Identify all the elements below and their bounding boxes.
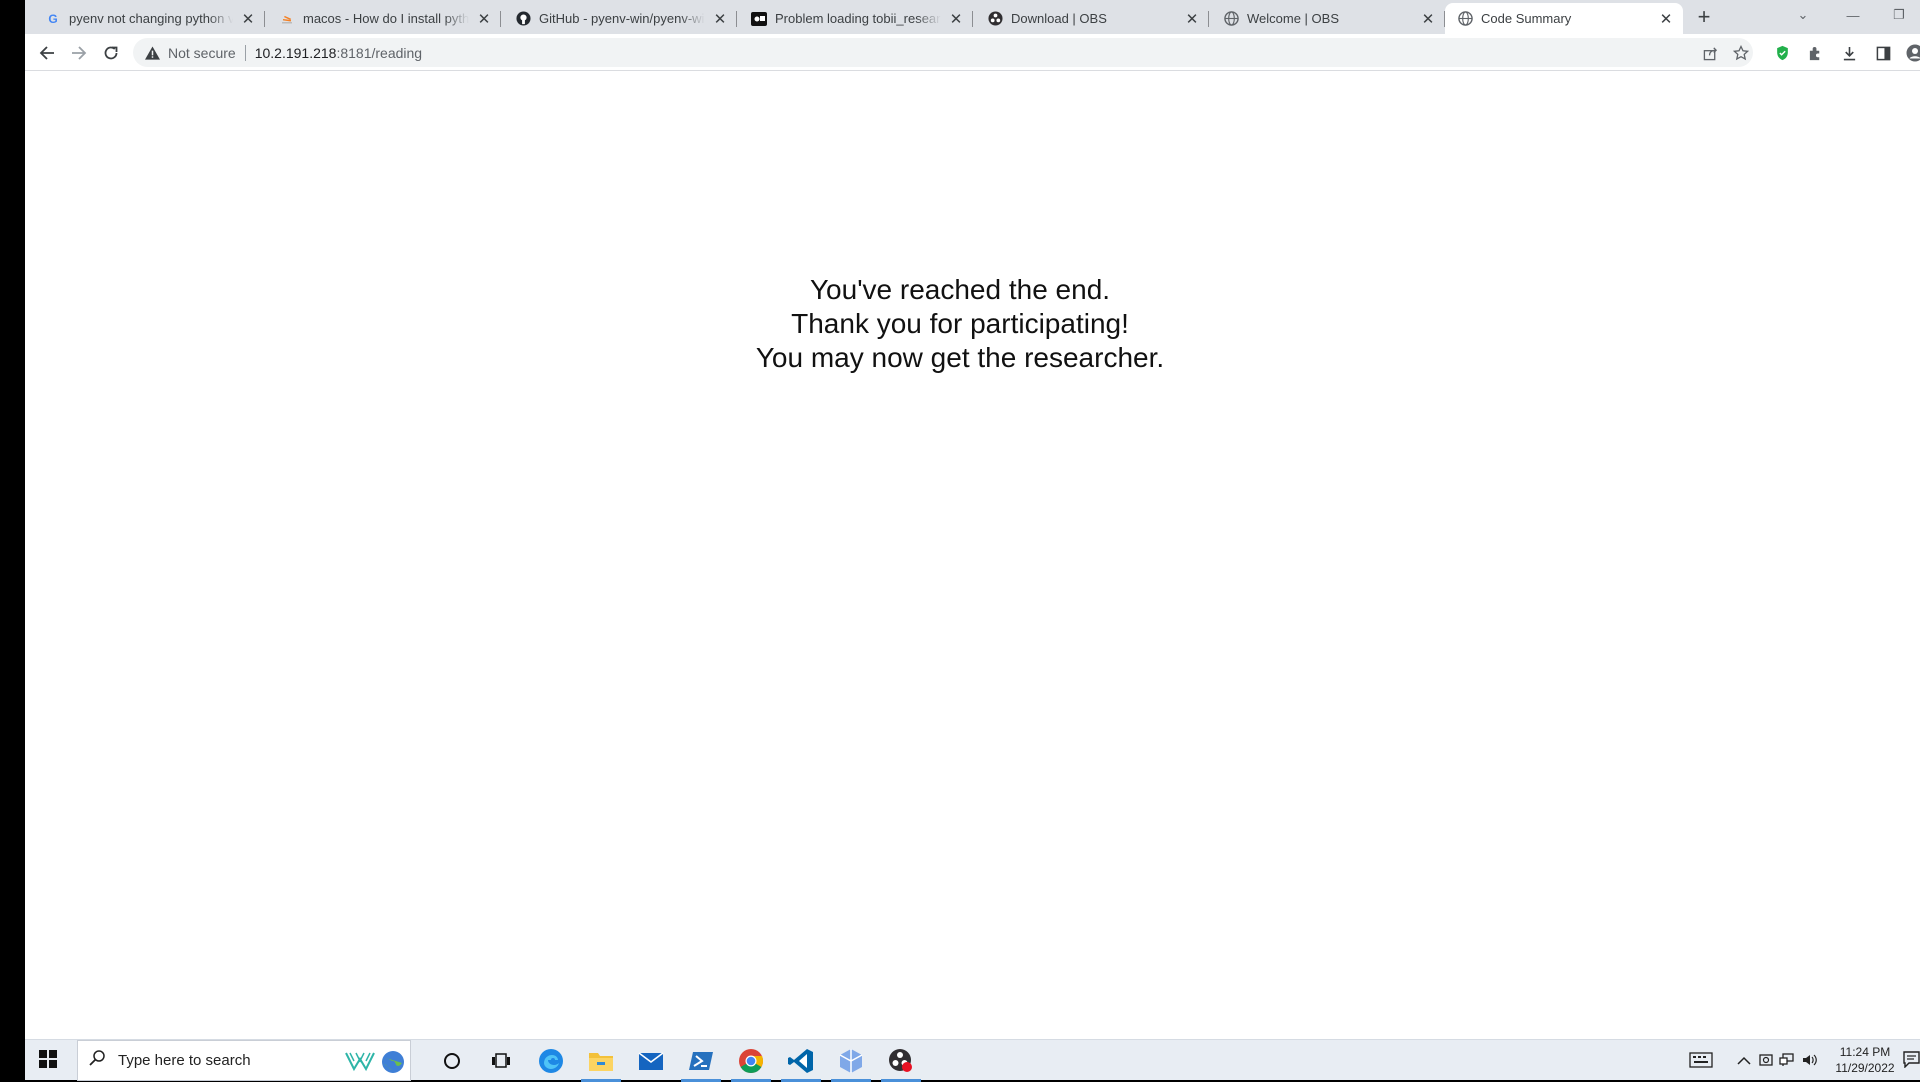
extensions-puzzle-icon[interactable] [1804,42,1826,64]
github-icon [515,11,531,27]
tab-macos-install-python[interactable]: macos - How do I install python ✕ [267,3,501,34]
screen: G pyenv not changing python version ✕ ma… [25,0,1920,1080]
tab-title: macos - How do I install python [303,11,469,26]
url-path: :8181/reading [336,45,422,61]
globe-highlight-icon [381,1050,405,1078]
shield-extension-icon[interactable] [1771,42,1793,64]
search-icon [88,1049,108,1072]
close-icon[interactable]: ✕ [1183,10,1201,28]
tab-code-summary[interactable]: Code Summary ✕ [1445,3,1683,34]
message-line-end: You've reached the end. [0,273,1920,307]
message-line-researcher: You may now get the researcher. [0,341,1920,375]
clock-time: 11:24 PM [1830,1044,1900,1060]
new-tab-button[interactable]: + [1692,6,1716,28]
tab-title: Code Summary [1481,11,1651,26]
tab-strip: G pyenv not changing python version ✕ ma… [25,0,1920,34]
task-view-icon[interactable] [486,1046,516,1076]
security-label[interactable]: Not secure [168,45,236,61]
obs-studio-icon[interactable] [886,1046,916,1076]
tab-title: Welcome | OBS [1247,11,1413,26]
file-explorer-icon[interactable] [586,1046,616,1076]
tab-title: pyenv not changing python version [69,11,233,26]
site-icon [751,11,767,27]
omnibox-divider [245,45,246,61]
close-icon[interactable]: ✕ [711,10,729,28]
tab-github-pyenv-win[interactable]: GitHub - pyenv-win/pyenv-win: ✕ [503,3,737,34]
tab-welcome-obs[interactable]: Welcome | OBS ✕ [1211,3,1445,34]
search-placeholder: Type here to search [118,1052,251,1069]
tab-search-button[interactable]: ⌄ [1781,0,1825,30]
vscode-icon[interactable] [786,1046,816,1076]
forward-arrow-icon [71,45,87,61]
taskbar: Type here to search [25,1039,1920,1080]
tab-title: Download | OBS [1011,11,1177,26]
keyboard-layout-icon[interactable] [1689,1051,1713,1069]
google-icon: G [45,11,61,27]
globe-icon [1457,11,1473,27]
bookmark-star-icon[interactable] [1731,43,1751,63]
cortana-icon[interactable] [437,1046,467,1076]
address-bar[interactable]: Not secure 10.2.191.218:8181/reading [133,38,1753,67]
reload-button[interactable] [98,40,124,66]
stackoverflow-icon [279,11,295,27]
chevron-up-icon[interactable] [1735,1051,1753,1069]
tab-problem-loading-tobii[interactable]: Problem loading tobii_research ✕ [739,3,973,34]
back-arrow-icon [39,45,55,61]
close-icon[interactable]: ✕ [1419,10,1437,28]
close-icon[interactable]: ✕ [1657,10,1675,28]
side-panel-icon[interactable] [1872,42,1894,64]
globe-icon [1223,11,1239,27]
mail-icon[interactable] [636,1046,666,1076]
browser-toolbar: Not secure 10.2.191.218:8181/reading [25,34,1920,71]
warning-icon[interactable] [143,45,161,61]
tab-title: GitHub - pyenv-win/pyenv-win: [539,11,705,26]
tab-download-obs[interactable]: Download | OBS ✕ [975,3,1209,34]
downloads-icon[interactable] [1838,42,1860,64]
completion-message: You've reached the end. Thank you for pa… [0,273,1920,375]
url-host: 10.2.191.218 [255,45,337,61]
reload-icon [103,45,119,61]
search-highlight-icon [344,1049,376,1077]
3d-app-icon[interactable] [836,1046,866,1076]
forward-button[interactable] [66,40,92,66]
back-button[interactable] [34,40,60,66]
tab-title: Problem loading tobii_research [775,11,941,26]
close-icon[interactable]: ✕ [239,10,257,28]
network-icon[interactable] [1778,1051,1796,1069]
chrome-icon[interactable] [736,1046,766,1076]
restore-button[interactable]: ❐ [1877,0,1920,30]
powershell-icon[interactable] [686,1046,716,1076]
message-line-thanks: Thank you for participating! [0,307,1920,341]
notification-center-icon[interactable] [1903,1051,1920,1068]
profile-avatar-icon[interactable] [1904,42,1920,64]
close-icon[interactable]: ✕ [947,10,965,28]
windows-start-icon[interactable] [38,1049,62,1073]
minimize-button[interactable]: — [1831,0,1875,30]
taskbar-clock[interactable]: 11:24 PM 11/29/2022 [1830,1044,1900,1076]
close-icon[interactable]: ✕ [475,10,493,28]
tab-pyenv-not-changing[interactable]: G pyenv not changing python version ✕ [33,3,265,34]
obs-icon [987,11,1003,27]
camera-tray-icon[interactable] [1757,1051,1775,1069]
clock-date: 11/29/2022 [1830,1060,1900,1076]
page-content: You've reached the end. Thank you for pa… [25,72,1920,1039]
share-icon[interactable] [1700,43,1720,63]
taskbar-search-box[interactable]: Type here to search [77,1040,411,1081]
edge-icon[interactable] [536,1046,566,1076]
volume-icon[interactable] [1801,1051,1819,1069]
